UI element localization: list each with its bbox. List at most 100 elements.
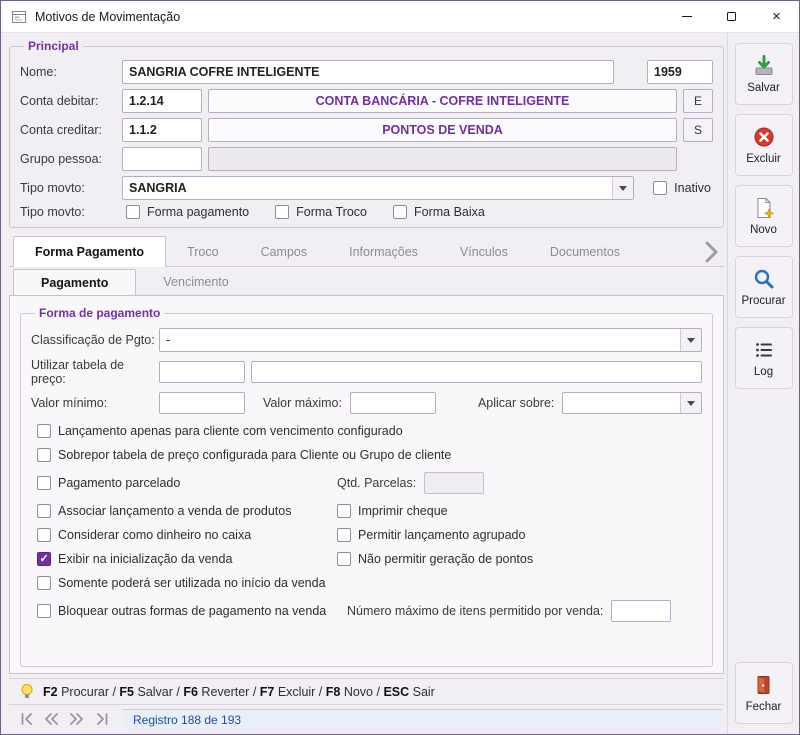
valor-maximo-label: Valor máximo:	[263, 396, 342, 410]
status-bar: F2 Procurar / F5 Salvar / F6 Reverter / …	[9, 678, 724, 704]
qtd-parcelas-input[interactable]	[424, 472, 485, 494]
subtab-pagamento[interactable]: Pagamento	[13, 269, 137, 295]
opt-pagamento-parcelado[interactable]: Pagamento parcelado	[37, 476, 337, 490]
tipo-movto-flags-row: Tipo movto: Forma pagamento Forma Troco …	[20, 205, 713, 219]
checkbox[interactable]	[37, 448, 51, 462]
checkbox[interactable]	[37, 504, 51, 518]
opt-exibir-inicializacao-venda[interactable]: Exibir na inicialização da venda	[37, 552, 337, 566]
log-button[interactable]: Log	[734, 327, 793, 389]
conta-debitar-row: Conta debitar: CONTA BANCÁRIA - COFRE IN…	[20, 89, 713, 113]
opt-associar-lancamento-venda[interactable]: Associar lançamento a venda de produtos	[37, 504, 337, 518]
tab-troco[interactable]: Troco	[166, 239, 240, 266]
principal-legend: Principal	[28, 39, 79, 53]
novo-button[interactable]: Novo	[734, 185, 793, 247]
tab-forma-pagamento[interactable]: Forma Pagamento	[13, 236, 167, 267]
main-tab-bar: Forma Pagamento Troco Campos Informações…	[9, 236, 724, 267]
previous-record-button[interactable]	[40, 709, 63, 730]
tab-documentos[interactable]: Documentos	[529, 239, 641, 266]
minimize-button[interactable]	[664, 1, 709, 32]
codigo-input[interactable]	[647, 60, 713, 84]
opt-bloquear-outras-formas[interactable]: Bloquear outras formas de pagamento na v…	[37, 604, 337, 618]
shortcut-hints: F2 Procurar / F5 Salvar / F6 Reverter / …	[43, 684, 435, 699]
opt-lancamento-cliente-vencimento[interactable]: Lançamento apenas para cliente com venci…	[37, 424, 403, 438]
opt-sobrepor-tabela-preco[interactable]: Sobrepor tabela de preço configurada par…	[37, 448, 451, 462]
classificacao-combobox[interactable]: -	[159, 328, 702, 352]
chevron-down-icon	[687, 401, 695, 410]
forma-baixa-checkbox[interactable]	[393, 205, 407, 219]
classificacao-dropdown-button[interactable]	[680, 329, 701, 351]
checkbox-label: Somente poderá ser utilizada no início d…	[58, 576, 326, 590]
opt-considerar-dinheiro-caixa[interactable]: Considerar como dinheiro no caixa	[37, 528, 337, 542]
valores-row: Valor mínimo: Valor máximo: Aplicar sobr…	[31, 392, 702, 414]
tab-scroll-right-button[interactable]	[698, 238, 724, 266]
log-label: Log	[753, 366, 774, 378]
salvar-button[interactable]: Salvar	[734, 43, 793, 105]
log-list-icon	[755, 343, 772, 357]
excluir-button[interactable]: Excluir	[734, 114, 793, 176]
opt-imprimir-cheque[interactable]: Imprimir cheque	[337, 504, 448, 518]
save-icon	[755, 55, 772, 75]
tipo-movto-combobox[interactable]: SANGRIA	[122, 176, 634, 200]
tabela-preco-row: Utilizar tabela de preço:	[31, 358, 702, 386]
tab-vinculos[interactable]: Vínculos	[439, 239, 529, 266]
aplicar-sobre-value	[563, 393, 680, 413]
forma-pagamento-checkbox[interactable]	[126, 205, 140, 219]
checkbox[interactable]	[37, 576, 51, 590]
subtab-vencimento[interactable]: Vencimento	[136, 269, 255, 295]
checkbox[interactable]	[37, 604, 51, 618]
checkbox[interactable]	[337, 528, 351, 542]
valor-maximo-input[interactable]	[349, 392, 436, 414]
close-button[interactable]: ×	[754, 1, 799, 32]
checkbox-label: Exibir na inicialização da venda	[58, 552, 233, 566]
inativo-option[interactable]: Inativo	[653, 181, 711, 195]
valor-minimo-input[interactable]	[159, 392, 245, 414]
procurar-button[interactable]: Procurar	[734, 256, 793, 318]
last-record-button[interactable]	[90, 709, 113, 730]
tabela-preco-code-input[interactable]	[159, 361, 245, 383]
aplicar-sobre-dropdown-button[interactable]	[680, 393, 701, 413]
inativo-checkbox[interactable]	[653, 181, 668, 195]
fechar-button[interactable]: Fechar	[734, 662, 793, 724]
conta-debitar-code-input[interactable]	[122, 89, 202, 113]
forma-pagamento-legend: Forma de pagamento	[39, 306, 161, 320]
checkbox[interactable]	[337, 504, 351, 518]
checkbox[interactable]	[337, 552, 351, 566]
forma-baixa-option[interactable]: Forma Baixa	[393, 205, 485, 219]
exit-door-icon	[757, 676, 769, 694]
nome-input[interactable]	[122, 60, 614, 84]
last-record-icon	[96, 713, 107, 725]
classificacao-label: Classificação de Pgto:	[31, 333, 155, 347]
opt-permitir-lancamento-agrupado[interactable]: Permitir lançamento agrupado	[337, 528, 525, 542]
grupo-pessoa-code-input[interactable]	[122, 147, 202, 171]
option-row-3: Pagamento parcelado Qtd. Parcelas:	[31, 472, 702, 494]
aplicar-sobre-label: Aplicar sobre:	[477, 396, 555, 410]
first-record-button[interactable]	[15, 709, 38, 730]
next-record-button[interactable]	[65, 709, 88, 730]
checkbox[interactable]	[37, 528, 51, 542]
maximize-button[interactable]	[709, 1, 754, 32]
checkbox[interactable]	[37, 476, 51, 490]
tab-informacoes[interactable]: Informações	[328, 239, 439, 266]
forma-troco-option[interactable]: Forma Troco	[275, 205, 367, 219]
tabela-preco-name-input[interactable]	[251, 361, 702, 383]
checkbox[interactable]	[37, 552, 51, 566]
forma-pagamento-option[interactable]: Forma pagamento	[126, 205, 249, 219]
grupo-pessoa-row: Grupo pessoa:	[20, 147, 713, 171]
conta-creditar-code-input[interactable]	[122, 118, 202, 142]
forma-troco-checkbox[interactable]	[275, 205, 290, 219]
sub-tab-bar: Pagamento Vencimento	[9, 269, 724, 295]
num-max-itens-input[interactable]	[611, 600, 672, 622]
conta-debitar-label: Conta debitar:	[20, 94, 99, 108]
tipo-movto-dropdown-button[interactable]	[612, 177, 633, 199]
checkbox-label: Considerar como dinheiro no caixa	[58, 528, 252, 542]
opt-somente-inicio-venda[interactable]: Somente poderá ser utilizada no início d…	[37, 576, 326, 590]
num-max-itens-label: Número máximo de itens permitido por ven…	[347, 604, 604, 618]
conta-creditar-s-button[interactable]: S	[683, 118, 713, 142]
opt-nao-permitir-geracao-pontos[interactable]: Não permitir geração de pontos	[337, 552, 533, 566]
aplicar-sobre-combobox[interactable]	[562, 392, 702, 414]
conta-debitar-e-button[interactable]: E	[683, 89, 713, 113]
tab-campos[interactable]: Campos	[240, 239, 329, 266]
first-record-icon	[21, 713, 32, 725]
checkbox[interactable]	[37, 424, 51, 438]
conta-creditar-row: Conta creditar: PONTOS DE VENDA S	[20, 118, 713, 142]
